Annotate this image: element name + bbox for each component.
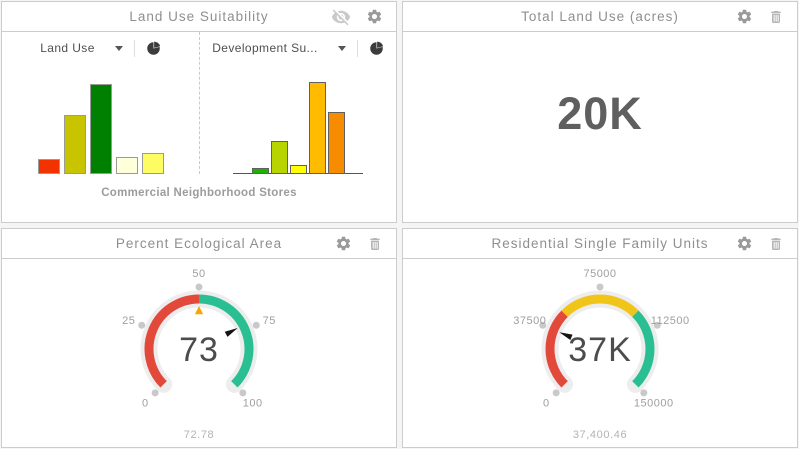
gear-icon[interactable] — [335, 235, 352, 252]
gauge-detail-value: 72.78 — [2, 429, 396, 441]
dashboard: Land Use Suitability Land Use — [0, 0, 799, 449]
panel-residential-single-family-units: Residential Single Family Units 0 37500 75… — [402, 228, 798, 448]
dropdown-label: Land Use — [40, 41, 95, 55]
trash-icon[interactable] — [768, 236, 784, 252]
dropdown-label: Development Su... — [212, 41, 318, 55]
svg-text:75: 75 — [263, 315, 276, 327]
panel-body: 0 37500 75000 112500 150000 37K 37,400.46 — [403, 261, 797, 449]
bar — [116, 157, 138, 174]
bar — [309, 82, 326, 174]
panel-percent-ecological-area: Percent Ecological Area 0 25 50 75 100 73 72… — [1, 228, 397, 448]
panel-header: Percent Ecological Area — [2, 229, 396, 259]
bar — [290, 165, 307, 174]
bar — [271, 141, 288, 174]
panel-title: Total Land Use (acres) — [521, 9, 679, 24]
land-use-bar-chart — [2, 64, 199, 174]
bar — [328, 112, 345, 174]
header-icons — [736, 2, 784, 31]
visibility-off-icon[interactable] — [331, 7, 351, 27]
chevron-down-icon — [338, 46, 346, 51]
header-icons — [331, 2, 383, 31]
bar — [38, 159, 60, 174]
land-use-dropdown[interactable]: Land Use — [40, 41, 123, 55]
gauge-value: 37K — [403, 331, 797, 370]
panel-header: Land Use Suitability — [2, 2, 396, 32]
bar — [64, 115, 86, 174]
header-icons — [335, 229, 383, 258]
svg-text:25: 25 — [122, 315, 135, 327]
gear-icon[interactable] — [736, 8, 753, 25]
panel-header: Total Land Use (acres) — [403, 2, 797, 32]
svg-text:50: 50 — [192, 268, 205, 280]
svg-text:112500: 112500 — [651, 315, 690, 327]
bar — [252, 168, 269, 174]
divider — [357, 40, 358, 57]
trash-icon[interactable] — [768, 9, 784, 25]
panel-title: Residential Single Family Units — [491, 236, 708, 251]
svg-text:37500: 37500 — [513, 315, 546, 327]
chart-halves: Land Use Development Su... — [2, 32, 396, 174]
development-suitability-half: Development Su... — [199, 32, 396, 174]
total-land-use-value: 20K — [403, 88, 797, 140]
development-suitability-bar-chart — [200, 64, 396, 174]
panel-body: Land Use Development Su... — [2, 32, 396, 223]
gauge-value: 73 — [2, 331, 396, 370]
development-suitability-controls: Development Su... — [200, 32, 396, 64]
bar — [142, 153, 164, 174]
pie-chart-icon[interactable] — [146, 41, 161, 56]
gear-icon[interactable] — [366, 8, 383, 25]
header-icons — [736, 229, 784, 258]
panel-title: Percent Ecological Area — [116, 236, 282, 251]
panel-title: Land Use Suitability — [129, 9, 268, 24]
gauge-detail-value: 37,400.46 — [403, 429, 797, 441]
panel-total-land-use: Total Land Use (acres) 20K 19,565.38 — [402, 1, 798, 223]
svg-text:75000: 75000 — [583, 268, 616, 280]
svg-text:0: 0 — [543, 398, 550, 410]
panel-land-use-suitability: Land Use Suitability Land Use — [1, 1, 397, 223]
gear-icon[interactable] — [736, 235, 753, 252]
divider — [134, 40, 135, 57]
pie-chart-icon[interactable] — [369, 41, 384, 56]
development-suitability-dropdown[interactable]: Development Su... — [212, 41, 346, 55]
land-use-half: Land Use — [2, 32, 199, 174]
svg-text:0: 0 — [142, 398, 149, 410]
panel-body: 0 25 50 75 100 73 72.78 — [2, 261, 396, 449]
panel-header: Residential Single Family Units — [403, 229, 797, 259]
chevron-down-icon — [115, 46, 123, 51]
svg-text:150000: 150000 — [634, 398, 674, 410]
land-use-controls: Land Use — [2, 32, 199, 64]
svg-text:100: 100 — [243, 398, 263, 410]
chart-caption: Commercial Neighborhood Stores — [2, 174, 396, 199]
bar — [90, 84, 112, 174]
trash-icon[interactable] — [367, 236, 383, 252]
